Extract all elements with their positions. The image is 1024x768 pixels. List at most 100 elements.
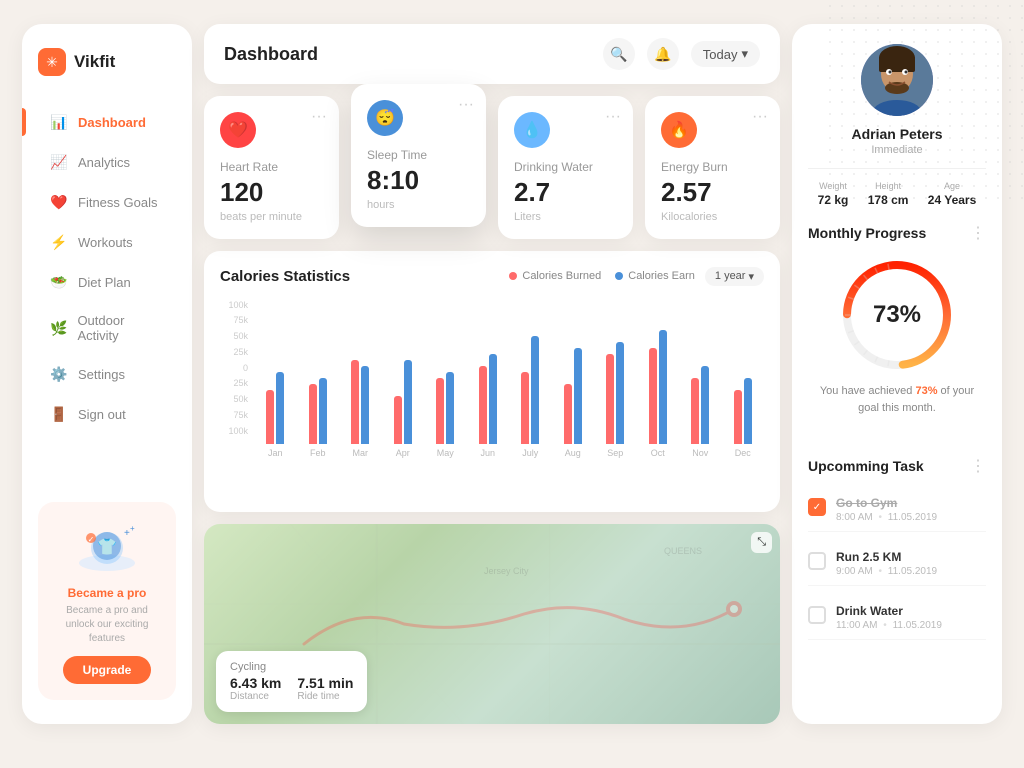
bar-group <box>679 366 722 444</box>
card-menu-icon[interactable]: ··· <box>752 108 768 126</box>
height-value: 178 cm <box>868 193 909 207</box>
svg-text:✓: ✓ <box>88 535 95 544</box>
distance-label: Distance <box>230 691 281 702</box>
stat-name: Heart Rate <box>220 160 323 174</box>
activity-type: Cycling <box>230 661 353 673</box>
sidebar-item-label: Outdoor Activity <box>77 313 164 343</box>
weight-label: Weight <box>818 181 849 191</box>
bar-group <box>254 372 297 444</box>
right-panel: Adrian Peters Immediate Weight 72 kg Hei… <box>792 24 1002 724</box>
burned-bar <box>564 384 572 444</box>
sleep-icon: 😴 <box>367 100 403 136</box>
bar-group <box>339 360 382 444</box>
burned-dot <box>509 272 517 280</box>
page-title: Dashboard <box>224 44 318 65</box>
burned-bar <box>521 372 529 444</box>
fitness-icon: ❤️ <box>50 193 68 211</box>
x-axis-label: Aug <box>552 448 595 458</box>
stat-name: Energy Burn <box>661 160 764 174</box>
age-value: 24 Years <box>928 193 977 207</box>
sidebar-item-analytics[interactable]: 📈 Analytics <box>38 144 176 180</box>
tasks-title: Upcomming Task <box>808 458 924 474</box>
expand-button[interactable]: ⤡ <box>751 532 772 553</box>
height-stat: Height 178 cm <box>868 181 909 207</box>
burned-bar <box>394 396 402 444</box>
earned-bar <box>701 366 709 444</box>
stat-name: Sleep Time <box>367 148 470 162</box>
energy-burn-card: ··· 🔥 Energy Burn 2.57 Kilocalories <box>645 96 780 239</box>
svg-text:+: + <box>130 524 135 533</box>
progress-percent: 73% <box>873 301 921 329</box>
distance-value: 6.43 km <box>230 675 281 691</box>
task-time-gym: 8:00 AM • 11.05.2019 <box>836 512 986 523</box>
task-name-water: Drink Water <box>836 604 986 618</box>
bar-group <box>467 354 510 444</box>
app-container: ✳ Vikfit 📊 Dashboard 📈 Analytics ❤️ Fitn… <box>22 24 1002 744</box>
earned-bar <box>361 366 369 444</box>
profile-section: Adrian Peters Immediate Weight 72 kg Hei… <box>808 44 986 207</box>
upgrade-card: 👕 ✓ + + Became a pro Became a pro and un… <box>38 502 176 700</box>
sidebar-item-diet[interactable]: 🥗 Diet Plan <box>38 264 176 300</box>
sidebar-item-signout[interactable]: 🚪 Sign out <box>38 396 176 432</box>
weight-value: 72 kg <box>818 193 849 207</box>
year-filter[interactable]: 1 year ▾ <box>705 267 764 286</box>
sidebar-item-dashboard[interactable]: 📊 Dashboard <box>38 104 176 140</box>
sidebar-item-label: Dashboard <box>78 115 146 130</box>
distance-stat: 6.43 km Distance <box>230 675 281 702</box>
sidebar-item-settings[interactable]: ⚙️ Settings <box>38 356 176 392</box>
main-content: Dashboard 🔍 🔔 Today ▾ ··· ❤️ Heart Rate … <box>204 24 780 724</box>
earned-bar <box>319 378 327 444</box>
earned-bar <box>446 372 454 444</box>
upgrade-title: Became a pro <box>54 586 160 600</box>
earned-bar <box>276 372 284 444</box>
upgrade-button[interactable]: Upgrade <box>63 656 152 684</box>
pace-value: 7.51 min <box>297 675 353 691</box>
bar-group <box>552 348 595 444</box>
task-checkbox-water[interactable] <box>808 606 826 624</box>
heart-rate-card: ··· ❤️ Heart Rate 120 beats per minute <box>204 96 339 239</box>
x-axis-label: Mar <box>339 448 382 458</box>
map-card: New York Jersey City QUEENS ⤡ Cycling 6.… <box>204 524 780 724</box>
sidebar-item-workouts[interactable]: ⚡ Workouts <box>38 224 176 260</box>
earned-dot <box>615 272 623 280</box>
sidebar-item-fitness[interactable]: ❤️ Fitness Goals <box>38 184 176 220</box>
search-button[interactable]: 🔍 <box>603 38 635 70</box>
progress-header: Monthly Progress ⋮ <box>808 223 986 243</box>
earned-bar <box>744 378 752 444</box>
calories-title: Calories Statistics <box>220 268 350 285</box>
progress-menu-icon[interactable]: ⋮ <box>970 223 986 243</box>
tasks-menu-icon[interactable]: ⋮ <box>970 456 986 476</box>
sidebar-item-label: Diet Plan <box>78 275 131 290</box>
card-menu-icon[interactable]: ··· <box>311 108 327 126</box>
stat-value: 120 <box>220 178 323 207</box>
bar-group <box>297 378 340 444</box>
progress-ring: 73% <box>837 255 957 375</box>
task-checkbox-gym[interactable]: ✓ <box>808 498 826 516</box>
x-axis: JanFebMarAprMayJunJulyAugSepOctNovDec <box>254 448 764 458</box>
task-checkbox-run[interactable] <box>808 552 826 570</box>
heart-rate-icon: ❤️ <box>220 112 256 148</box>
sleep-time-card: ··· 😴 Sleep Time 8:10 hours <box>351 84 486 227</box>
profile-status: Immediate <box>808 144 986 156</box>
profile-name: Adrian Peters <box>808 126 986 142</box>
earned-bar <box>616 342 624 444</box>
card-menu-icon[interactable]: ··· <box>458 96 474 114</box>
sidebar-item-outdoor[interactable]: 🌿 Outdoor Activity <box>38 304 176 352</box>
stats-row: ··· ❤️ Heart Rate 120 beats per minute ·… <box>204 96 780 239</box>
notification-button[interactable]: 🔔 <box>647 38 679 70</box>
card-menu-icon[interactable]: ··· <box>605 108 621 126</box>
stat-value: 8:10 <box>367 166 470 195</box>
logo-icon: ✳ <box>38 48 66 76</box>
burned-bar <box>649 348 657 444</box>
age-label: Age <box>928 181 977 191</box>
age-stat: Age 24 Years <box>928 181 977 207</box>
bar-group <box>722 378 765 444</box>
progress-circle-container: 73% You have achieved 73% of your goal t… <box>808 255 986 432</box>
earned-bar <box>489 354 497 444</box>
x-axis-label: Jan <box>254 448 297 458</box>
bar-chart-container: 100k75k50k25k 025k50k75k100k JanFebMarAp… <box>220 298 764 458</box>
date-filter[interactable]: Today ▾ <box>691 41 760 67</box>
logo-text: Vikfit <box>74 52 115 72</box>
header-actions: 🔍 🔔 Today ▾ <box>603 38 760 70</box>
burned-legend: Calories Burned <box>509 270 601 282</box>
